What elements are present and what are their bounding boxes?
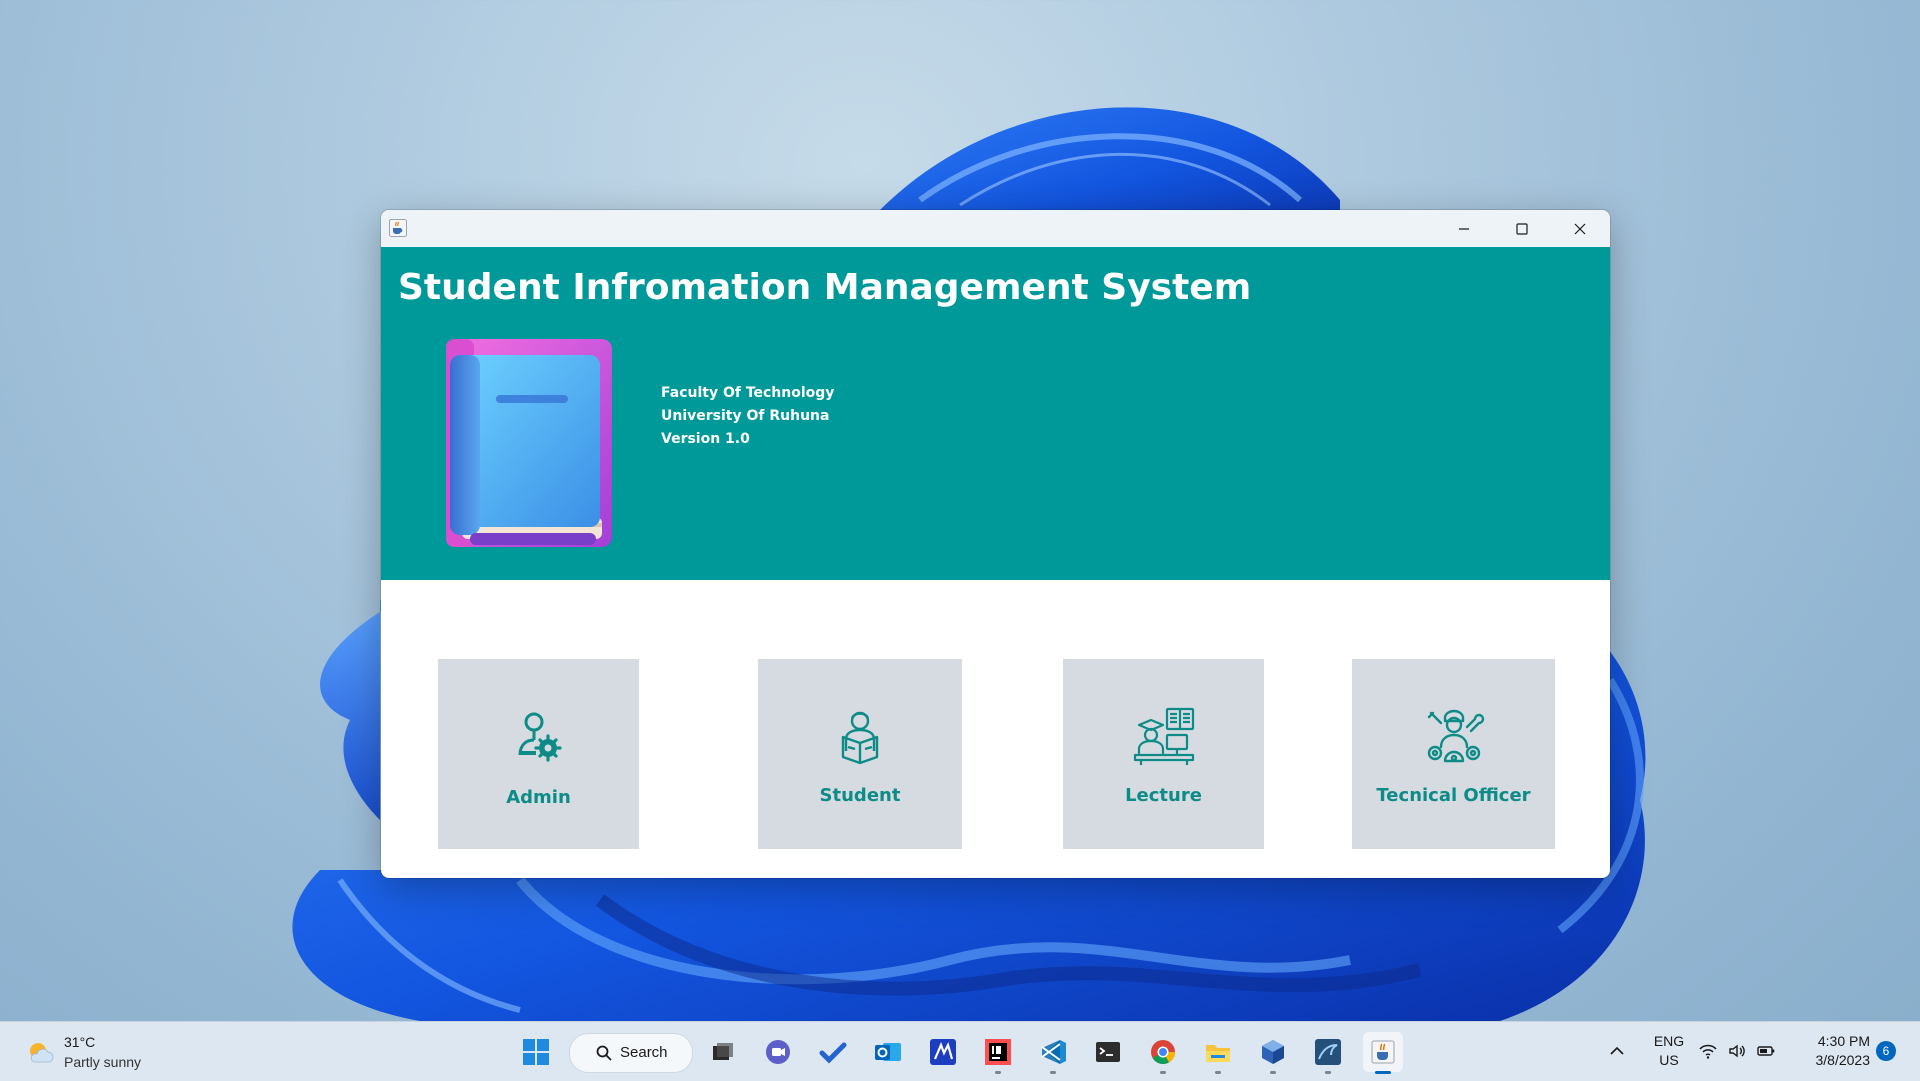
vscode-button[interactable]	[1033, 1032, 1073, 1074]
intellij-button[interactable]	[978, 1032, 1018, 1074]
running-indicator	[1160, 1071, 1166, 1074]
maximize-button[interactable]	[1493, 210, 1551, 247]
chrome-icon	[1151, 1040, 1175, 1065]
todo-button[interactable]	[813, 1032, 853, 1072]
outlook-button[interactable]	[868, 1032, 908, 1072]
weather-temp: 31°C	[64, 1034, 96, 1050]
running-indicator	[1215, 1071, 1221, 1074]
student-button[interactable]: Student	[758, 659, 962, 849]
technical-officer-label: Tecnical Officer	[1376, 785, 1531, 806]
terminal-button[interactable]	[1088, 1032, 1128, 1072]
lecture-label: Lecture	[1125, 785, 1202, 806]
version-text: Version 1.0	[661, 431, 750, 447]
minimize-button[interactable]	[1435, 210, 1493, 247]
close-icon	[1574, 223, 1586, 234]
language-indicator[interactable]: ENG US	[1648, 1032, 1690, 1070]
title-bar[interactable]	[381, 210, 1610, 247]
partly-sunny-icon	[30, 1043, 54, 1063]
teams-chat-icon	[766, 1040, 790, 1064]
active-indicator	[1375, 1071, 1391, 1074]
mysql-workbench-button[interactable]	[1308, 1032, 1348, 1074]
lecture-button[interactable]: Lecture	[1063, 659, 1264, 849]
outlook-icon	[875, 1043, 901, 1061]
book-logo-icon	[446, 339, 612, 547]
battery-icon[interactable]	[1756, 1041, 1776, 1061]
technician-icon	[1427, 709, 1484, 763]
java-coffee-cup-icon[interactable]	[389, 219, 407, 237]
virtualbox-button[interactable]	[1253, 1032, 1293, 1074]
java-app-icon	[1371, 1040, 1395, 1064]
faculty-text: Faculty Of Technology	[661, 385, 835, 401]
intellij-icon	[985, 1039, 1011, 1065]
weather-desc: Partly sunny	[64, 1054, 142, 1070]
university-text: University Of Ruhuna	[661, 408, 830, 424]
search-label: Search	[620, 1044, 668, 1061]
clock-date: 3/8/2023	[1815, 1052, 1871, 1068]
terminal-icon	[1096, 1042, 1120, 1062]
info-block: Faculty Of Technology University Of Ruhu…	[661, 382, 834, 451]
notification-badge[interactable]: 6	[1876, 1041, 1896, 1061]
chevron-up-icon[interactable]	[1607, 1041, 1627, 1061]
student-label: Student	[819, 785, 901, 806]
running-indicator	[1270, 1071, 1276, 1074]
minimize-icon	[1459, 227, 1469, 230]
clock-time: 4:30 PM	[1817, 1033, 1870, 1049]
app-title: Student Infromation Management System	[398, 267, 1252, 308]
java-app-button[interactable]	[1363, 1032, 1403, 1074]
task-view-icon	[713, 1043, 733, 1060]
chrome-button[interactable]	[1143, 1032, 1183, 1074]
taskbar: 31°C Partly sunny Search ENG US 4:30 PM …	[0, 1021, 1920, 1081]
search-icon	[596, 1045, 612, 1061]
close-button[interactable]	[1551, 210, 1609, 247]
file-explorer-button[interactable]	[1198, 1032, 1238, 1074]
visual-paradigm-button[interactable]	[923, 1032, 963, 1072]
teams-chat-button[interactable]	[758, 1032, 798, 1072]
app-window: Student Infromation Management System Fa…	[381, 210, 1610, 878]
todo-icon	[819, 1042, 847, 1064]
running-indicator	[995, 1071, 1001, 1074]
mysql-workbench-icon	[1315, 1039, 1341, 1065]
visual-paradigm-icon	[930, 1039, 956, 1065]
admin-settings-icon	[518, 712, 562, 762]
admin-label: Admin	[506, 787, 571, 808]
file-explorer-icon	[1206, 1045, 1230, 1062]
wifi-icon[interactable]	[1698, 1041, 1718, 1061]
start-button[interactable]	[516, 1032, 556, 1072]
running-indicator	[1050, 1071, 1056, 1074]
region-code: US	[1659, 1052, 1679, 1068]
weather-widget[interactable]: 31°C Partly sunny	[20, 1030, 180, 1074]
running-indicator	[1325, 1071, 1331, 1074]
vscode-icon	[1041, 1040, 1066, 1064]
virtualbox-icon	[1262, 1040, 1284, 1064]
volume-icon[interactable]	[1727, 1041, 1747, 1061]
task-view-button[interactable]	[703, 1032, 743, 1072]
windows-start-icon	[523, 1039, 549, 1065]
technical-officer-button[interactable]: Tecnical Officer	[1352, 659, 1555, 849]
taskbar-search[interactable]: Search	[569, 1033, 693, 1073]
admin-button[interactable]: Admin	[438, 659, 639, 849]
lecturer-icon	[1133, 707, 1194, 765]
language-code: ENG	[1653, 1033, 1685, 1049]
student-reading-icon	[841, 711, 879, 765]
maximize-icon	[1516, 222, 1528, 235]
header-panel: Student Infromation Management System Fa…	[381, 247, 1610, 580]
clock[interactable]: 4:30 PM 3/8/2023	[1790, 1032, 1871, 1070]
